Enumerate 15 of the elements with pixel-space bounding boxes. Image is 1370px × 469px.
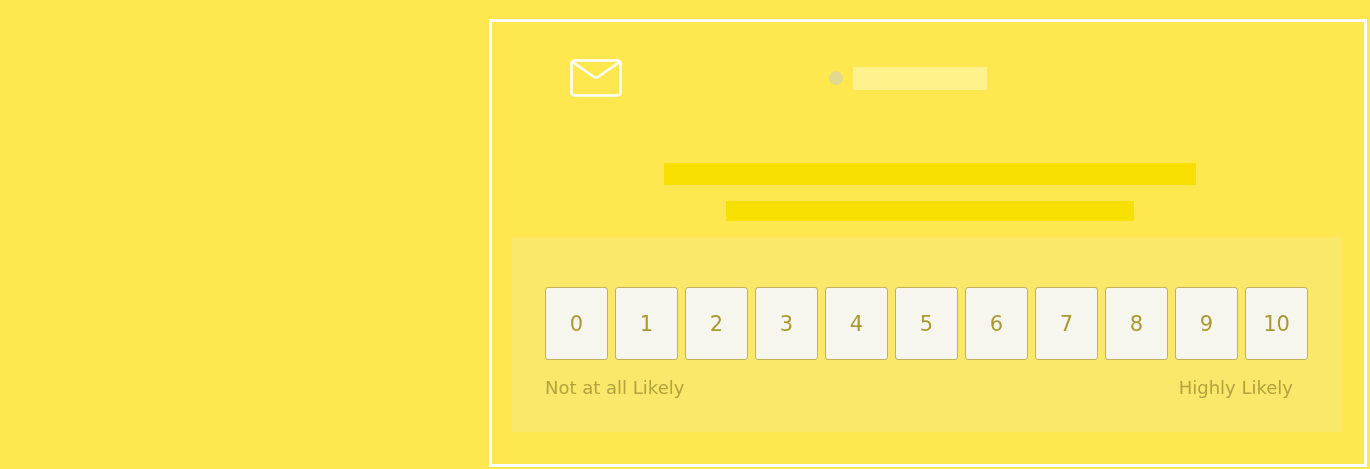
logo-dot — [829, 71, 843, 85]
envelope-icon — [570, 59, 622, 97]
rating-button[interactable]: 4 — [825, 287, 888, 360]
rating-button[interactable]: 3 — [755, 287, 818, 360]
rating-button[interactable]: 6 — [965, 287, 1028, 360]
rating-button[interactable]: 2 — [685, 287, 748, 360]
rating-button[interactable]: 0 — [545, 287, 608, 360]
rating-button[interactable]: 1 — [615, 287, 678, 360]
rating-button[interactable]: 9 — [1175, 287, 1238, 360]
high-label: Highly Likely — [1178, 377, 1293, 398]
rating-button[interactable]: 7 — [1035, 287, 1098, 360]
rating-button[interactable]: 5 — [895, 287, 958, 360]
rating-button[interactable]: 8 — [1105, 287, 1168, 360]
low-label: Not at all Likely — [545, 377, 685, 398]
rating-button[interactable]: 10 — [1245, 287, 1308, 360]
